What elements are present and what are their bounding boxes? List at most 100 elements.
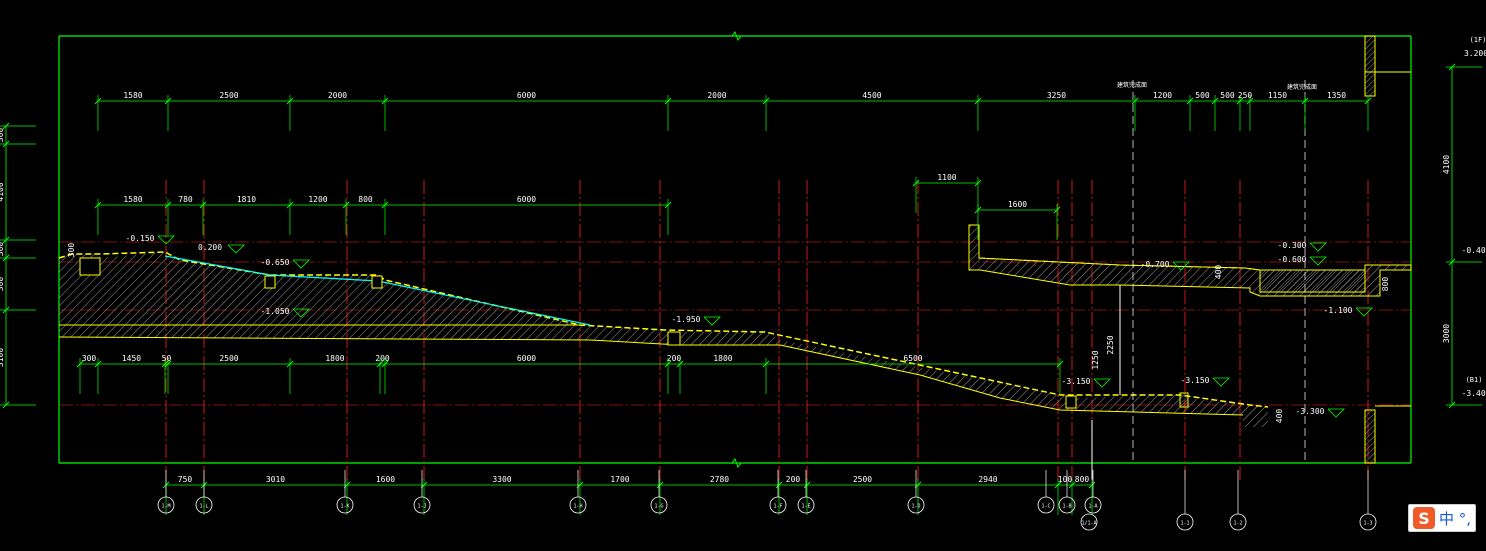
dim-text: 1810 [237,195,256,204]
dim-text: 2780 [710,475,729,484]
elevation-text: -0.150 [126,234,155,243]
floor-label-b1: (B1) [1466,376,1483,384]
dim-text: 1250 [1091,350,1100,369]
elevation-mark: -0.150 [126,234,175,245]
dim-text: 2940 [978,475,997,484]
axis-bubble: 1-C [1037,470,1055,514]
dim-text: 200 [786,475,801,484]
cad-drawing: 1580 2500 2000 6000 2000 4500 3250 1200 500 500 25… [0,30,1486,531]
axis-bubble: 1-M [157,470,175,514]
dim-text: 800 [358,195,373,204]
elevation-mark: -1.100 [1324,306,1373,317]
dim-text: 3300 [492,475,511,484]
dim-text: 400 [1275,409,1284,424]
elevation-text: -3.150 [1181,376,1210,385]
dim-text: 6000 [517,91,536,100]
dim-text: 250 [1238,91,1253,100]
finish-note: 建筑完成面 [1287,83,1317,91]
sogou-logo-icon: S [1413,507,1435,529]
axis-label: 1-G [654,504,663,510]
dim-text: 1150 [1268,91,1287,100]
elevation-text: -1.050 [261,307,290,316]
axis-label: 1-H [573,504,582,510]
dim-text: 2000 [328,91,347,100]
axis-label: 1-3 [1363,521,1372,527]
elevation-text: -3.400 [1462,389,1486,398]
elevation-mark: -0.300 [1278,241,1327,252]
dim-text: 200 [667,354,682,363]
dim-text: 1800 [325,354,344,363]
elevation-mark: -0.650 [261,258,310,269]
axis-label: 1-B [1062,504,1071,510]
dim-chain-top-1: 1580 2500 2000 6000 2000 4500 3250 1200 500 500 25… [94,91,1372,131]
ime-toolbar[interactable]: S 中 °, [1408,504,1477,532]
elevation-mark: -0.600 [1278,255,1327,266]
axis-bubble: 1-3 [1359,470,1377,531]
dim-text: 780 [178,195,193,204]
axis-bubble: 1-D [907,470,925,514]
dim-text: 2500 [219,91,238,100]
dim-text: 1200 [1153,91,1172,100]
dim-text: 1600 [376,475,395,484]
dim-text: 750 [178,475,193,484]
elevation-text: 0.200 [198,243,222,252]
dim-chain-left: 300 4100 300 300 3100 [0,122,36,409]
dim-chain-upper-right-1: 1100 [912,173,982,213]
axis-label: 1-K [340,504,349,510]
axis-label: 1-M [161,504,170,510]
dim-text: 200 [375,354,390,363]
dim-chain-upper-right-2: 1600 [974,200,1061,240]
dim-text: 6000 [517,354,536,363]
dim-text: 300 [0,128,5,143]
axis-label: 1-L [199,504,208,510]
axis-bubble: 1-K [336,470,354,514]
dim-text: 800 [1075,475,1090,484]
dim-text: 500 [1220,91,1235,100]
dim-text: 1800 [713,354,732,363]
dim-text: 1700 [610,475,629,484]
axis-bubble: 1-F [769,470,787,514]
axis-label: 1-D [911,504,920,510]
axis-label: 1-J [417,504,426,510]
dim-text: 1580 [123,91,142,100]
elevation-text: -0.650 [261,258,290,267]
dim-text: 3250 [1047,91,1066,100]
elevation-mark: 0.200 [198,243,245,254]
elevation-mark: -0.400 [1462,246,1486,255]
axis-bubble: 1-L [195,470,213,514]
axis-bubbles: 1-M 1-L 1-K 1-J 1-H 1-G 1-F 1-E 1-D 1-C 1-B 1-A 1-1 1… [157,470,1377,531]
dim-text: 1100 [937,173,956,182]
elevation-mark: 3.200 [1464,49,1486,58]
axis-label: 1-F [773,504,782,510]
elevation-text: -0.400 [1462,246,1486,255]
dim-text: 2250 [1106,335,1115,354]
dim-chain-axis: 750 3010 1600 3300 1700 2780 200 2500 2940 100 800 [162,475,1096,515]
elevation-text: -3.300 [1296,407,1325,416]
elevation-mark: -3.300 [1296,407,1345,418]
dim-chain-right: 4100 3000 [1442,63,1482,409]
dim-text: 1450 [122,354,141,363]
dim-text: 6500 [903,354,922,363]
axis-bubble: 1-1 [1176,470,1194,531]
dim-text: 300 [82,354,97,363]
finish-note: 建筑完成面 [1117,81,1147,89]
elevation-text: -0.700 [1141,260,1170,269]
axis-label: 1/1-A [1081,521,1096,527]
dim-text: 1350 [1327,91,1346,100]
dim-text: 3100 [0,348,5,367]
floor-label-1f: (1F) [1470,36,1486,44]
elevation-text: -0.600 [1278,255,1307,264]
axis-bubble: 1-J [413,470,431,514]
dim-text: 1580 [123,195,142,204]
axis-bubble: 1-2 [1229,470,1247,531]
axis-bubble: 1-G [650,470,668,514]
dim-text: 400 [1214,265,1223,280]
dim-text: 2500 [219,354,238,363]
elevation-text: 3.200 [1464,49,1486,58]
axis-label: 1-2 [1233,521,1242,527]
axis-bubble: 1-H [569,470,587,514]
elevation-mark: -3.400 [1462,389,1486,398]
elevation-text: -1.100 [1324,306,1353,315]
dim-text: 2000 [707,91,726,100]
dim-text: 2500 [853,475,872,484]
